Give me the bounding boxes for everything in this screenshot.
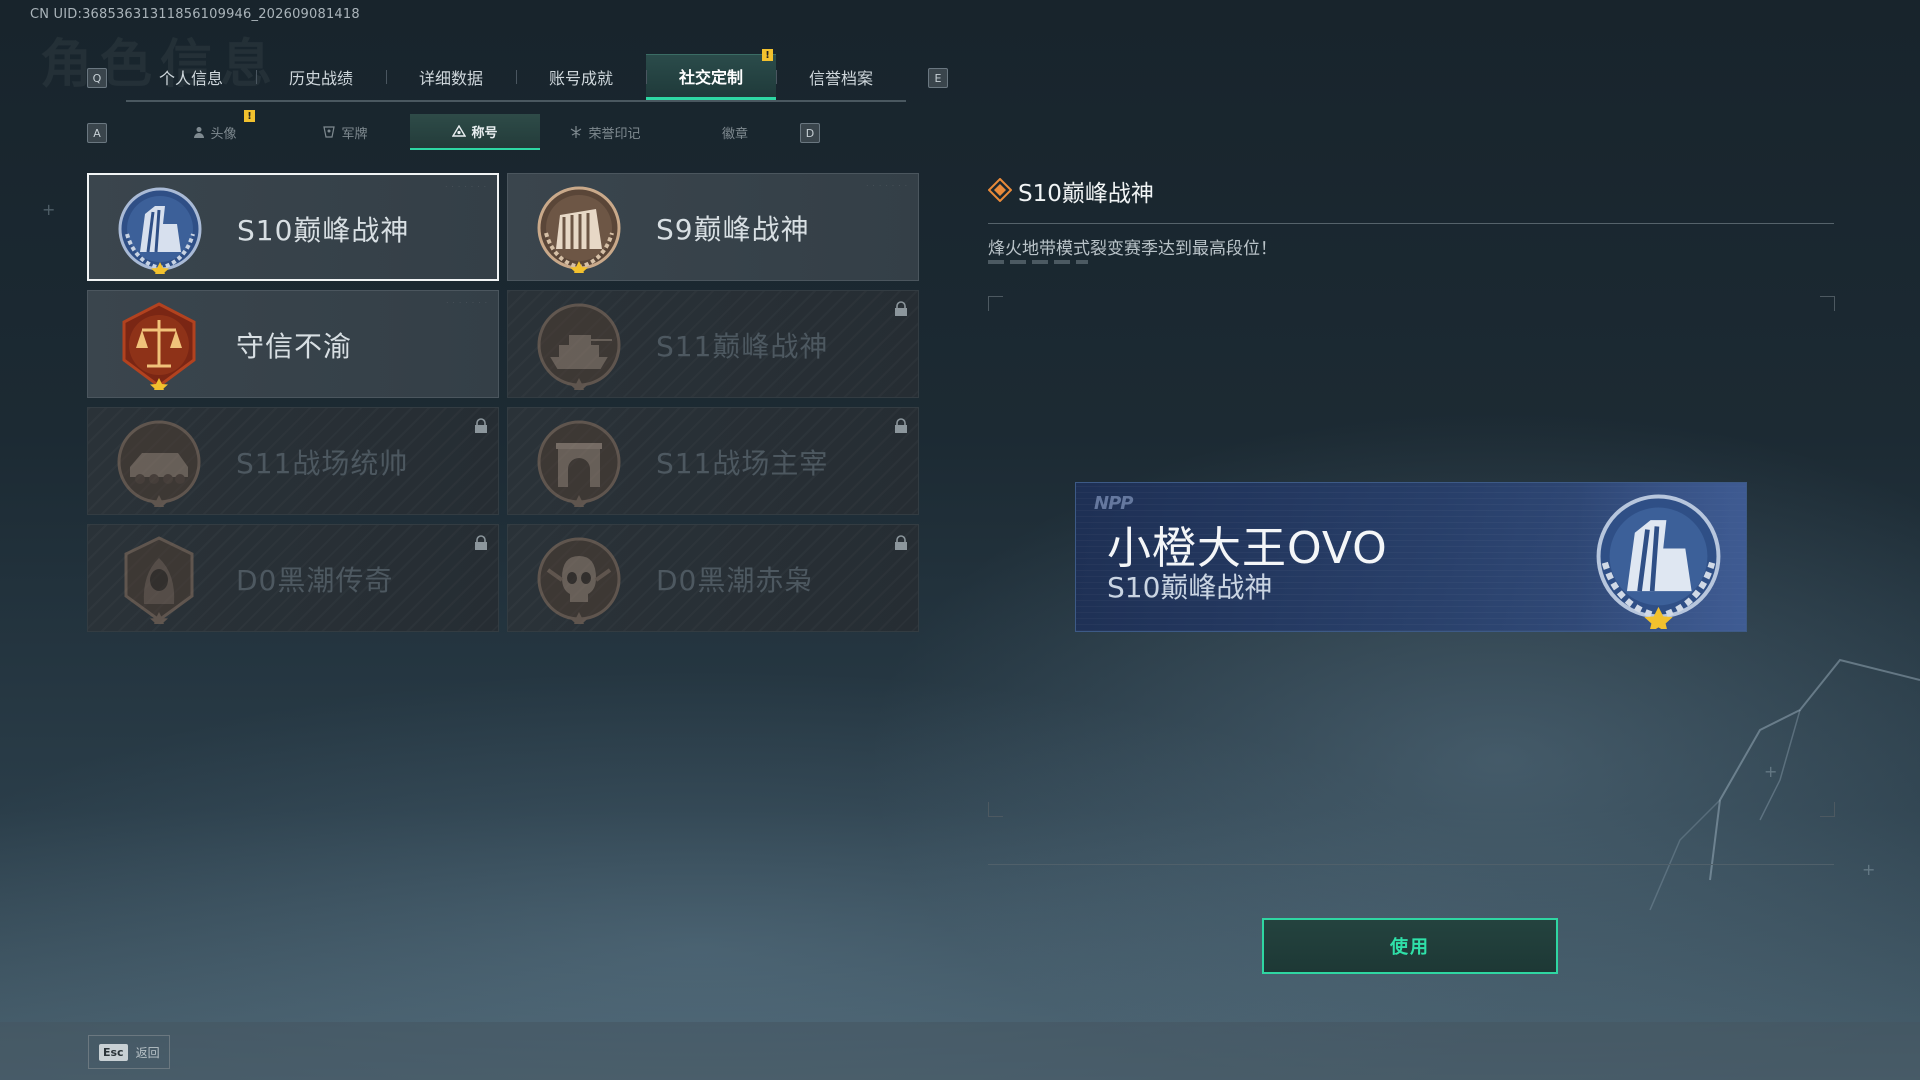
key-e-hint: E	[928, 68, 948, 88]
scales-emblem-icon	[122, 302, 196, 390]
tab-label: 信誉档案	[808, 69, 873, 88]
key-q-hint: Q	[87, 68, 107, 88]
subtab-label: 头像	[210, 126, 237, 142]
main-tab-bar: 个人信息 历史战绩 详细数据 账号成就 社交定制 信誉档案	[126, 54, 906, 102]
title-card-s11-dominator[interactable]: S11战场主宰	[507, 407, 919, 515]
title-name: S11巅峰战神	[656, 330, 829, 363]
nameplate-title: S10巅峰战神	[1107, 571, 1273, 604]
selected-title-description: 烽火地带模式裂变赛季达到最高段位！	[988, 239, 1277, 259]
tab-label: 历史战绩	[288, 69, 353, 88]
frame-corner	[988, 802, 1003, 817]
dogtag-icon	[323, 126, 336, 138]
nameplate-preview: NPP 小橙大王OVO S10巅峰战神	[1075, 482, 1747, 632]
tank-emblem-icon	[537, 303, 621, 390]
title-card-d0-legend[interactable]: D0黑潮传奇	[87, 524, 499, 632]
title-card-s11-peak[interactable]: S11巅峰战神	[507, 290, 919, 398]
title-name: S9巅峰战神	[656, 213, 810, 246]
tab-label: 个人信息	[158, 69, 223, 88]
divider	[988, 223, 1834, 224]
tab-reputation[interactable]: 信誉档案	[776, 54, 906, 100]
triangle-icon	[452, 125, 467, 137]
honor-icon	[571, 126, 582, 138]
title-name: S11战场主宰	[656, 447, 829, 480]
tab-personal-info[interactable]: 个人信息	[126, 54, 256, 100]
footer-bar	[0, 1022, 1920, 1080]
subtab-label: 荣誉印记	[588, 126, 641, 142]
title-name: D0黑潮传奇	[236, 564, 394, 597]
arch-emblem-icon	[537, 420, 621, 507]
use-button[interactable]: 使用	[1262, 918, 1558, 974]
subtab-label: 称号	[471, 125, 498, 141]
card-decor: · · · · · · ·	[445, 183, 487, 191]
divider	[988, 864, 1834, 865]
card-decor: · · · · · · ·	[866, 182, 908, 190]
key-d-hint: D	[800, 123, 820, 143]
frame-corner	[988, 296, 1003, 311]
subtab-title[interactable]: 称号	[410, 114, 540, 150]
selected-title-name: S10巅峰战神	[1018, 181, 1154, 207]
title-card-s9-peak[interactable]: · · · · · · · S9巅峰战神	[507, 173, 919, 281]
uid-label: CN UID:36853631311856109946_202609081418	[30, 7, 360, 22]
skull-emblem-icon	[537, 537, 621, 624]
subtab-label: 军牌	[341, 126, 368, 142]
key-a-hint: A	[87, 123, 107, 143]
plus-decor-icon: +	[42, 200, 56, 219]
back-label: 返回	[135, 1045, 160, 1060]
subtab-badge[interactable]: 徽章	[670, 114, 800, 150]
subtab-dogtag[interactable]: 军牌	[280, 114, 410, 150]
tab-match-history[interactable]: 历史战绩	[256, 54, 386, 100]
lock-icon	[475, 418, 487, 433]
person-icon	[194, 127, 205, 138]
title-card-trustworthy[interactable]: · · · · · · · 守信不渝	[87, 290, 499, 398]
title-name: 守信不渝	[236, 330, 353, 363]
tab-detailed-data[interactable]: 详细数据	[386, 54, 516, 100]
card-decor: · · · · · · ·	[446, 299, 488, 307]
subtab-avatar[interactable]: 头像	[150, 114, 280, 150]
bronze-fortress-emblem-icon	[537, 186, 621, 273]
apc-emblem-icon	[117, 420, 201, 507]
notification-badge: !	[244, 110, 255, 122]
blue-fortress-emblem-icon	[118, 187, 202, 274]
blue-fortress-emblem-icon	[1596, 494, 1721, 629]
tab-label: 账号成就	[548, 69, 613, 88]
lightning-decor	[1649, 658, 1920, 911]
tab-label: 社交定制	[678, 67, 743, 87]
subtab-honor-mark[interactable]: 荣誉印记	[540, 114, 670, 150]
notification-badge: !	[762, 49, 773, 61]
back-button[interactable]: Esc 返回	[88, 1035, 170, 1069]
tab-label: 详细数据	[418, 69, 483, 88]
title-card-s11-commander[interactable]: S11战场统帅	[87, 407, 499, 515]
esc-key-hint: Esc	[99, 1043, 128, 1061]
title-name: D0黑潮赤枭	[656, 564, 814, 597]
lock-icon	[895, 301, 907, 316]
lock-icon	[895, 418, 907, 433]
diamond-icon	[988, 178, 1012, 202]
title-card-d0-red-owl[interactable]: D0黑潮赤枭	[507, 524, 919, 632]
frame-corner	[1820, 296, 1835, 311]
nameplate-logo: NPP	[1094, 493, 1133, 514]
hooded-figure-emblem-icon	[124, 536, 194, 624]
decor-dashes	[988, 260, 1088, 264]
lock-icon	[475, 535, 487, 550]
tab-achievements[interactable]: 账号成就	[516, 54, 646, 100]
title-name: S10巅峰战神	[237, 214, 410, 247]
subtab-label: 徽章	[721, 126, 748, 142]
title-card-s10-peak[interactable]: · · · · · · · S10巅峰战神	[87, 173, 499, 281]
tab-social-custom[interactable]: 社交定制	[646, 54, 776, 100]
title-name: S11战场统帅	[236, 447, 409, 480]
lock-icon	[895, 535, 907, 550]
